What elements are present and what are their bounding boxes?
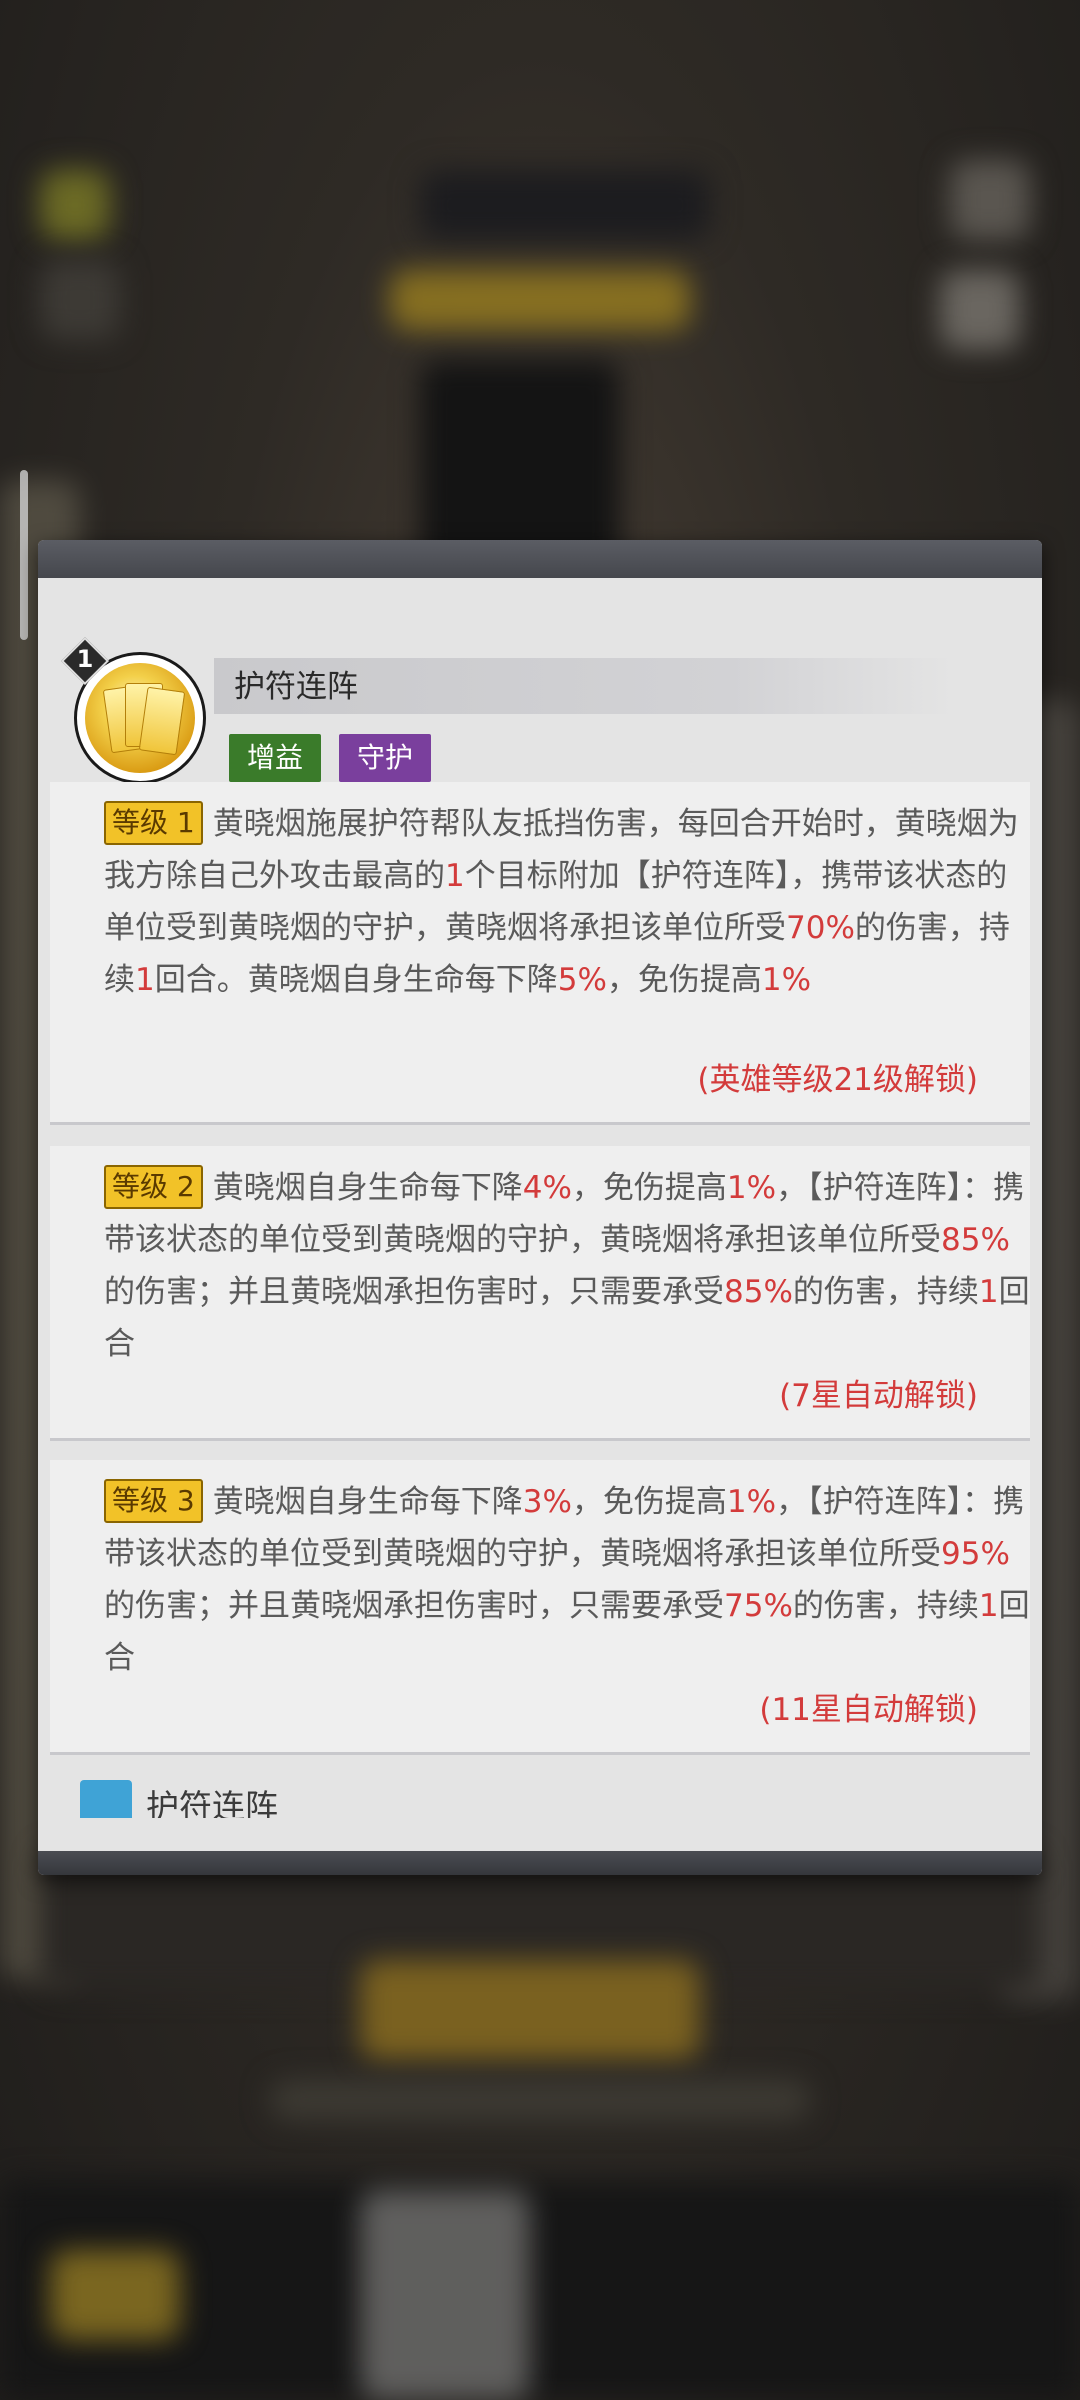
dialog-bottom-bar [38, 1851, 1042, 1875]
level-badge: 等级 3 [104, 1479, 203, 1523]
unlock-condition: (7星自动解锁) [779, 1378, 978, 1414]
next-skill-peek[interactable]: 护符连阵 [80, 1768, 680, 1818]
next-skill-label: 护符连阵 [146, 1787, 278, 1818]
level-description: 等级 3 黄晓烟自身生命每下降3%，免伤提高1%，【护符连阵】：携带该状态的单位受… [104, 1476, 1034, 1684]
level-badge: 等级 2 [104, 1165, 203, 1209]
level-card-2: 等级 2 黄晓烟自身生命每下降4%，免伤提高1%，【护符连阵】：携带该状态的单位受… [50, 1146, 1030, 1438]
tag-guard: 守护 [339, 734, 432, 782]
unlock-condition: (英雄等级21级解锁) [697, 1062, 978, 1098]
skill-thumbnail-icon [80, 1780, 132, 1818]
skill-header: 1 护符连阵 增益 守护 [38, 578, 1042, 784]
skill-name: 护符连阵 [234, 669, 358, 705]
level-description: 等级 1 黄晓烟施展护符帮队友抵挡伤害，每回合开始时，黄晓烟为我方除自己外攻击最高… [104, 798, 1034, 1006]
dialog-top-bar [38, 540, 1042, 578]
level-badge: 等级 1 [104, 801, 203, 845]
skill-level-number: 1 [76, 645, 94, 673]
unlock-condition: (11星自动解锁) [759, 1692, 978, 1728]
scroll-indicator [20, 470, 28, 640]
tag-buff: 增益 [229, 734, 322, 782]
level-card-3: 等级 3 黄晓烟自身生命每下降3%，免伤提高1%，【护符连阵】：携带该状态的单位受… [50, 1460, 1030, 1752]
talisman-icon [85, 663, 195, 773]
skill-detail-dialog[interactable]: 1 护符连阵 增益 守护 等级 1 黄晓烟施展护符帮队友抵挡伤害，每回合开始时，黄… [38, 540, 1042, 1875]
level-description: 等级 2 黄晓烟自身生命每下降4%，免伤提高1%，【护符连阵】：携带该状态的单位受… [104, 1162, 1034, 1370]
level-card-1: 等级 1 黄晓烟施展护符帮队友抵挡伤害，每回合开始时，黄晓烟为我方除自己外攻击最高… [50, 782, 1030, 1122]
